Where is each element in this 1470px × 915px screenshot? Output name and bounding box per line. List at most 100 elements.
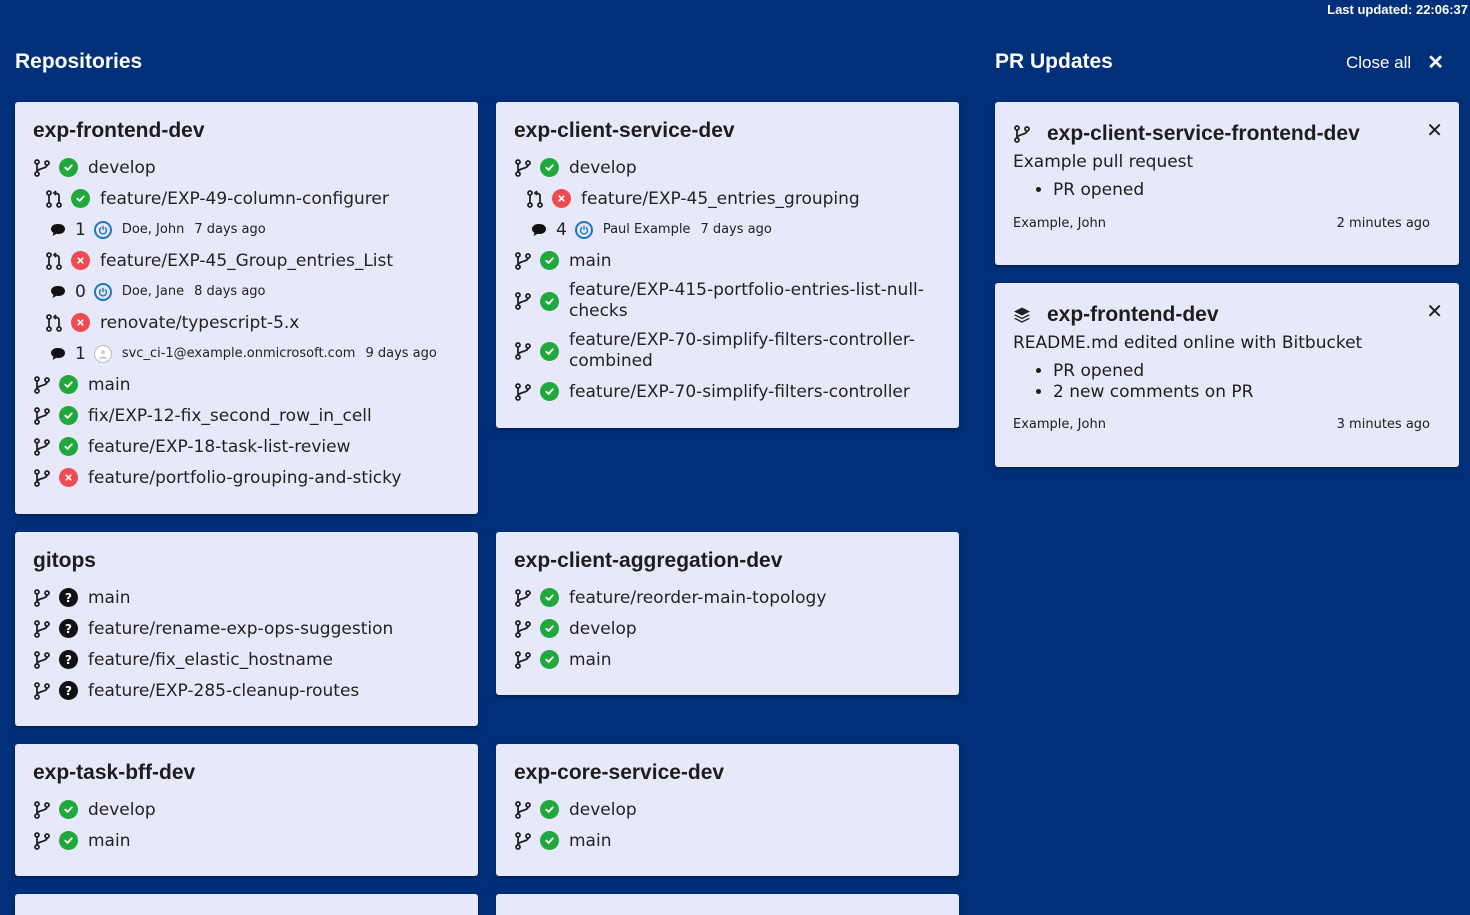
branch-row[interactable]: develop bbox=[514, 152, 941, 183]
pr-description: README.md edited online with Bitbucket bbox=[1013, 333, 1363, 353]
branch-row[interactable]: feature/portfolio-grouping-and-sticky bbox=[33, 462, 460, 493]
branch-row[interactable]: ? feature/rename-exp-ops-suggestion bbox=[33, 613, 460, 644]
pull-request-row[interactable]: feature/EXP-45_Group_entries_List bbox=[33, 245, 460, 276]
branch-icon bbox=[33, 588, 51, 607]
branch-icon bbox=[33, 650, 51, 669]
pr-author: svc_ci-1@example.onmicrosoft.com bbox=[121, 346, 356, 361]
repo-name[interactable]: exp-client-aggregation-dev bbox=[514, 550, 941, 582]
branch-row[interactable]: develop bbox=[514, 794, 941, 825]
branch-name: feature/EXP-18-task-list-review bbox=[88, 436, 351, 457]
repo-name[interactable]: exp-frontend-dev bbox=[33, 120, 460, 152]
branch-name: feature/fix_elastic_hostname bbox=[88, 649, 333, 670]
branch-row[interactable]: feature/EXP-70-simplify-filters-controll… bbox=[514, 326, 941, 376]
branch-icon bbox=[514, 382, 532, 401]
branch-row[interactable]: main bbox=[514, 245, 941, 276]
branch-row[interactable]: develop bbox=[514, 613, 941, 644]
last-updated: Last updated: 22:06:37 bbox=[1327, 2, 1468, 17]
branch-name: develop bbox=[569, 799, 637, 820]
repo-name[interactable]: exp-task-bff-dev bbox=[33, 762, 460, 794]
status-success-icon bbox=[540, 619, 559, 638]
branch-row[interactable]: main bbox=[514, 644, 941, 675]
pr-events-list: PR opened2 new comments on PR bbox=[1013, 361, 1441, 403]
pr-branch-name: feature/EXP-49-column-configurer bbox=[100, 188, 389, 209]
branch-row[interactable]: main bbox=[33, 369, 460, 400]
pr-update-card[interactable]: exp-frontend-dev ✕ README.md edited online… bbox=[995, 283, 1459, 467]
status-failed-icon bbox=[71, 251, 90, 270]
pr-event: PR opened bbox=[1053, 361, 1441, 382]
repo-card: exp-task-bff-dev develop main bbox=[15, 744, 478, 876]
status-unknown-icon: ? bbox=[59, 619, 78, 638]
branch-row[interactable]: develop bbox=[33, 152, 460, 183]
branch-name: feature/EXP-70-simplify-filters-controll… bbox=[569, 381, 910, 402]
repo-name[interactable]: exp-core-service-dev bbox=[514, 762, 941, 794]
repo-card: exp-client-service-dev develop feature/EXP… bbox=[496, 102, 959, 428]
pr-meta-row: 1 svc_ci-1@example.onmicrosoft.com 9 days … bbox=[33, 338, 460, 369]
branch-row[interactable]: ? main bbox=[33, 582, 460, 613]
close-icon[interactable]: ✕ bbox=[1426, 299, 1443, 323]
avatar bbox=[574, 220, 593, 239]
branch-icon bbox=[33, 681, 51, 700]
branch-row[interactable]: feature/EXP-18-task-list-review bbox=[33, 431, 460, 462]
status-success-icon bbox=[540, 291, 559, 311]
branch-icon bbox=[514, 831, 532, 850]
repo-card: exp-frontend-dev develop feature/EXP-49-co… bbox=[15, 102, 478, 514]
pr-events-list: PR opened bbox=[1013, 180, 1441, 201]
branch-name: main bbox=[569, 830, 612, 851]
repo-card: exp-core-service-dev develop main bbox=[496, 744, 959, 876]
repo-card-partial bbox=[496, 894, 959, 915]
comment-icon bbox=[49, 283, 67, 301]
branch-row[interactable]: ? feature/fix_elastic_hostname bbox=[33, 644, 460, 675]
pull-request-icon bbox=[45, 251, 63, 270]
comment-icon bbox=[49, 221, 67, 239]
pr-update-header: exp-client-service-frontend-dev bbox=[1013, 120, 1441, 148]
branch-icon bbox=[33, 406, 51, 425]
branch-row[interactable]: develop bbox=[33, 794, 460, 825]
branch-row[interactable]: feature/EXP-70-simplify-filters-controll… bbox=[514, 376, 941, 407]
branch-row[interactable]: fix/EXP-12-fix_second_row_in_cell bbox=[33, 400, 460, 431]
branch-row[interactable]: feature/EXP-415-portfolio-entries-list-n… bbox=[514, 276, 941, 326]
pull-request-icon bbox=[526, 189, 544, 208]
branch-name: develop bbox=[569, 157, 637, 178]
close-all-label: Close all bbox=[1346, 52, 1412, 72]
pr-updates-title: PR Updates bbox=[995, 50, 1113, 73]
status-success-icon bbox=[540, 158, 559, 177]
branch-icon bbox=[514, 588, 532, 607]
pull-request-icon bbox=[45, 189, 63, 208]
close-all-button[interactable]: Close all ✕ bbox=[1346, 50, 1444, 75]
status-success-icon bbox=[540, 251, 559, 270]
branch-name: feature/reorder-main-topology bbox=[569, 587, 827, 608]
pr-footer: Example, John 2 minutes ago bbox=[1013, 216, 1441, 231]
close-icon[interactable]: ✕ bbox=[1426, 118, 1443, 142]
branch-name: main bbox=[88, 587, 131, 608]
avatar bbox=[93, 220, 112, 239]
status-success-icon bbox=[540, 341, 559, 361]
pr-branch-name: renovate/typescript-5.x bbox=[100, 312, 300, 333]
status-success-icon bbox=[540, 588, 559, 607]
branch-name: develop bbox=[569, 618, 637, 639]
pr-description: Example pull request bbox=[1013, 152, 1194, 172]
branch-row[interactable]: feature/reorder-main-topology bbox=[514, 582, 941, 613]
pr-age: 7 days ago bbox=[700, 222, 772, 237]
pull-request-row[interactable]: renovate/typescript-5.x bbox=[33, 307, 460, 338]
status-success-icon bbox=[59, 406, 78, 425]
status-success-icon bbox=[59, 800, 78, 819]
pull-request-icon bbox=[45, 313, 63, 332]
branch-row[interactable]: main bbox=[33, 825, 460, 856]
status-success-icon bbox=[59, 831, 78, 850]
pull-request-row[interactable]: feature/EXP-45_entries_grouping bbox=[514, 183, 941, 214]
branch-row[interactable]: ? feature/EXP-285-cleanup-routes bbox=[33, 675, 460, 706]
branch-name: fix/EXP-12-fix_second_row_in_cell bbox=[88, 405, 372, 426]
branch-name: feature/EXP-285-cleanup-routes bbox=[88, 680, 360, 701]
status-success-icon bbox=[540, 831, 559, 850]
comment-count: 0 bbox=[75, 281, 86, 302]
status-failed-icon bbox=[552, 189, 571, 208]
branch-row[interactable]: main bbox=[514, 825, 941, 856]
branch-icon bbox=[514, 158, 532, 177]
pr-update-card[interactable]: exp-client-service-frontend-dev ✕ Example … bbox=[995, 102, 1459, 265]
repo-name[interactable]: gitops bbox=[33, 550, 460, 582]
status-success-icon bbox=[540, 650, 559, 669]
repo-name[interactable]: exp-client-service-dev bbox=[514, 120, 941, 152]
pr-meta-row: 1 Doe, John 7 days ago bbox=[33, 214, 460, 245]
branch-name: develop bbox=[88, 799, 156, 820]
pull-request-row[interactable]: feature/EXP-49-column-configurer bbox=[33, 183, 460, 214]
